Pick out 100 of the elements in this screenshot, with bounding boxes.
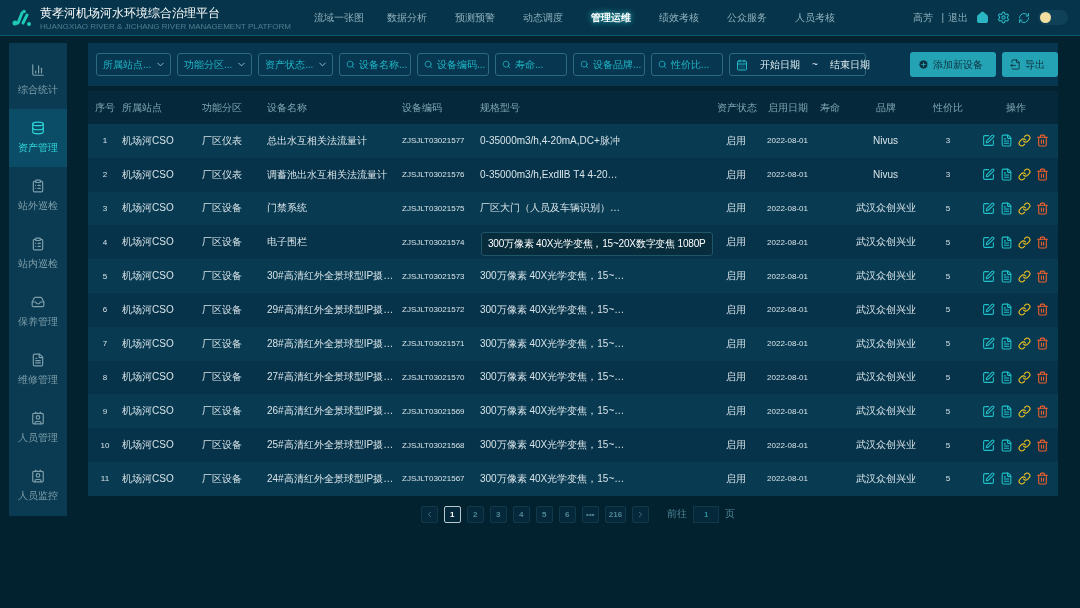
- nav-tab[interactable]: 绩效考核: [644, 10, 713, 25]
- logout-link[interactable]: 退出: [948, 10, 968, 25]
- table-cell-text: 25#高清红外全景球型IP摄…: [267, 438, 395, 453]
- table-cell-text: 9: [101, 406, 109, 416]
- search-field[interactable]: 设备编码...: [417, 53, 489, 76]
- table-cell-text: 调蓄池出水互相关法流量计: [267, 167, 388, 182]
- select-field[interactable]: 功能分区...: [177, 53, 252, 76]
- sidebar-item[interactable]: 资产管理: [9, 109, 67, 167]
- sidebar-item[interactable]: 站内巡检: [9, 225, 67, 283]
- sidebar-item[interactable]: 站外巡检: [9, 167, 67, 225]
- nav-tab[interactable]: 流域一张图: [304, 10, 373, 25]
- select-field[interactable]: 所属站点...: [96, 53, 171, 76]
- table-cell-text: 7: [101, 339, 109, 349]
- table-cell-text: 启用: [725, 370, 747, 385]
- tooltip: 300万像素 40X光学变焦，15~20X数字变焦 1080P: [481, 232, 713, 257]
- table-cell-text: Nivus: [872, 169, 899, 181]
- table-cell-text: 8: [101, 372, 109, 382]
- table-cell-text: 启用: [725, 336, 747, 351]
- table-cell-text: 厂区仪表: [202, 133, 243, 148]
- table-cell-text: 1: [101, 136, 109, 146]
- table-cell-text: 29#高清红外全景球型IP摄…: [267, 302, 395, 317]
- page-button[interactable]: 5: [535, 505, 553, 523]
- table-cell-text: 启用: [725, 471, 747, 486]
- user-name: 高芳: [913, 10, 934, 25]
- nav-tab[interactable]: 人员考核: [780, 10, 849, 25]
- column-header: 启用日期: [766, 100, 809, 115]
- table-cell-text: 2022-08-01: [766, 237, 809, 247]
- column-header: 所属站点: [122, 100, 163, 115]
- table-cell-text: 厂区设备: [202, 336, 243, 351]
- search-field[interactable]: 寿命...: [495, 53, 567, 76]
- table-cell-text: 5: [944, 204, 952, 213]
- sidebar-item[interactable]: 保养管理: [9, 283, 67, 341]
- table-cell-text: 5: [101, 271, 109, 281]
- table-cell-text: 300万像素 40X光学变焦，15~…: [480, 438, 626, 453]
- table-cell-text: 2022-08-01: [766, 305, 809, 315]
- export-button[interactable]: 导出: [1002, 52, 1058, 77]
- table-cell-text: 武汉众创兴业: [854, 235, 917, 250]
- table-cell-text: ZJSJLT03021571: [402, 339, 466, 349]
- page-button[interactable]: 216: [604, 505, 627, 523]
- sidebar-item[interactable]: 维修管理: [9, 341, 67, 399]
- nav-tab[interactable]: 管理运维: [576, 10, 645, 25]
- table-cell-text: 10: [99, 440, 111, 450]
- add-device-button[interactable]: 添加新设备: [910, 52, 996, 77]
- table-cell-text: 厂区设备: [202, 235, 243, 250]
- table-cell-text: 电子围栏: [267, 235, 308, 250]
- table-cell-text: 武汉众创兴业: [854, 370, 917, 385]
- table-cell-text: 厂区设备: [202, 404, 243, 419]
- search-field[interactable]: 设备品牌...: [573, 53, 645, 76]
- table-cell-text: 门禁系统: [267, 201, 308, 216]
- table-cell-text: 5: [944, 339, 952, 349]
- sidebar-item[interactable]: 人员管理: [9, 399, 67, 457]
- table-cell-text: 27#高清红外全景球型IP摄…: [267, 370, 395, 385]
- page-button[interactable]: 3: [489, 505, 507, 523]
- page-button[interactable]: •••: [581, 505, 599, 523]
- page-input[interactable]: 1: [693, 505, 720, 523]
- page-button[interactable]: 1: [443, 505, 461, 523]
- table-cell-text: 厂区设备: [202, 471, 243, 486]
- table-cell-text: 机场河CSO: [122, 133, 175, 148]
- app-subtitle: HUANGXIAO RIVER & JICHANG RIVER MANAGEMENT PLATFORM: [40, 21, 291, 31]
- table-cell-text: 4: [101, 237, 109, 247]
- column-header: 设备编码: [402, 100, 443, 115]
- column-header: 序号: [94, 100, 116, 115]
- table-cell-text: 6: [101, 305, 109, 315]
- table-cell-text: 机场河CSO: [122, 269, 175, 284]
- table-cell-text: 2022-08-01: [766, 170, 809, 180]
- table-cell-text: 28#高清红外全景球型IP摄…: [267, 336, 395, 351]
- nav-tab[interactable]: 公众服务: [712, 10, 781, 25]
- table-cell-text: 2022-08-01: [766, 372, 809, 382]
- search-field[interactable]: 设备名称...: [339, 53, 411, 76]
- nav-tab[interactable]: 数据分析: [372, 10, 441, 25]
- table-cell-text: ZJSJLT03021570: [402, 372, 466, 382]
- page-button[interactable]: 6: [558, 505, 576, 523]
- table-cell-text: 厂区大门（人员及车辆识别）…: [480, 201, 621, 216]
- goto-label: 前往: [667, 507, 688, 522]
- search-field[interactable]: 性价比...: [651, 53, 723, 76]
- column-header: 设备名称: [267, 100, 308, 115]
- select-field[interactable]: 资产状态...: [258, 53, 333, 76]
- sidebar-item[interactable]: 人员监控: [9, 457, 67, 515]
- table-cell-text: 启用: [725, 201, 747, 216]
- table-cell-text: 厂区设备: [202, 370, 243, 385]
- separator: |: [941, 12, 944, 23]
- table-cell-text: 5: [944, 440, 952, 450]
- sidebar-item[interactable]: 综合统计: [9, 51, 67, 109]
- table-cell-text: ZJSJLT03021568: [402, 440, 466, 450]
- table-cell-text: 启用: [725, 167, 747, 182]
- column-header: 资产状态: [717, 100, 755, 115]
- table-cell-text: 2022-08-01: [766, 440, 809, 450]
- table-cell-text: 300万像素 40X光学变焦，15~…: [480, 269, 626, 284]
- table-cell-text: 启用: [725, 302, 747, 317]
- table-cell-text: 3: [101, 204, 109, 213]
- nav-tab[interactable]: 预测预警: [440, 10, 509, 25]
- page-button[interactable]: 4: [512, 505, 530, 523]
- page-unit: 页: [725, 507, 736, 522]
- table-cell-text: 300万像素 40X光学变焦，15~…: [480, 404, 626, 419]
- page-button[interactable]: 2: [466, 505, 484, 523]
- table-cell-text: 2022-08-01: [766, 136, 809, 146]
- table-cell-text: 2022-08-01: [766, 204, 809, 213]
- table-cell-text: 厂区仪表: [202, 167, 243, 182]
- nav-tab[interactable]: 动态调度: [508, 10, 577, 25]
- table-cell-text: 启用: [725, 133, 747, 148]
